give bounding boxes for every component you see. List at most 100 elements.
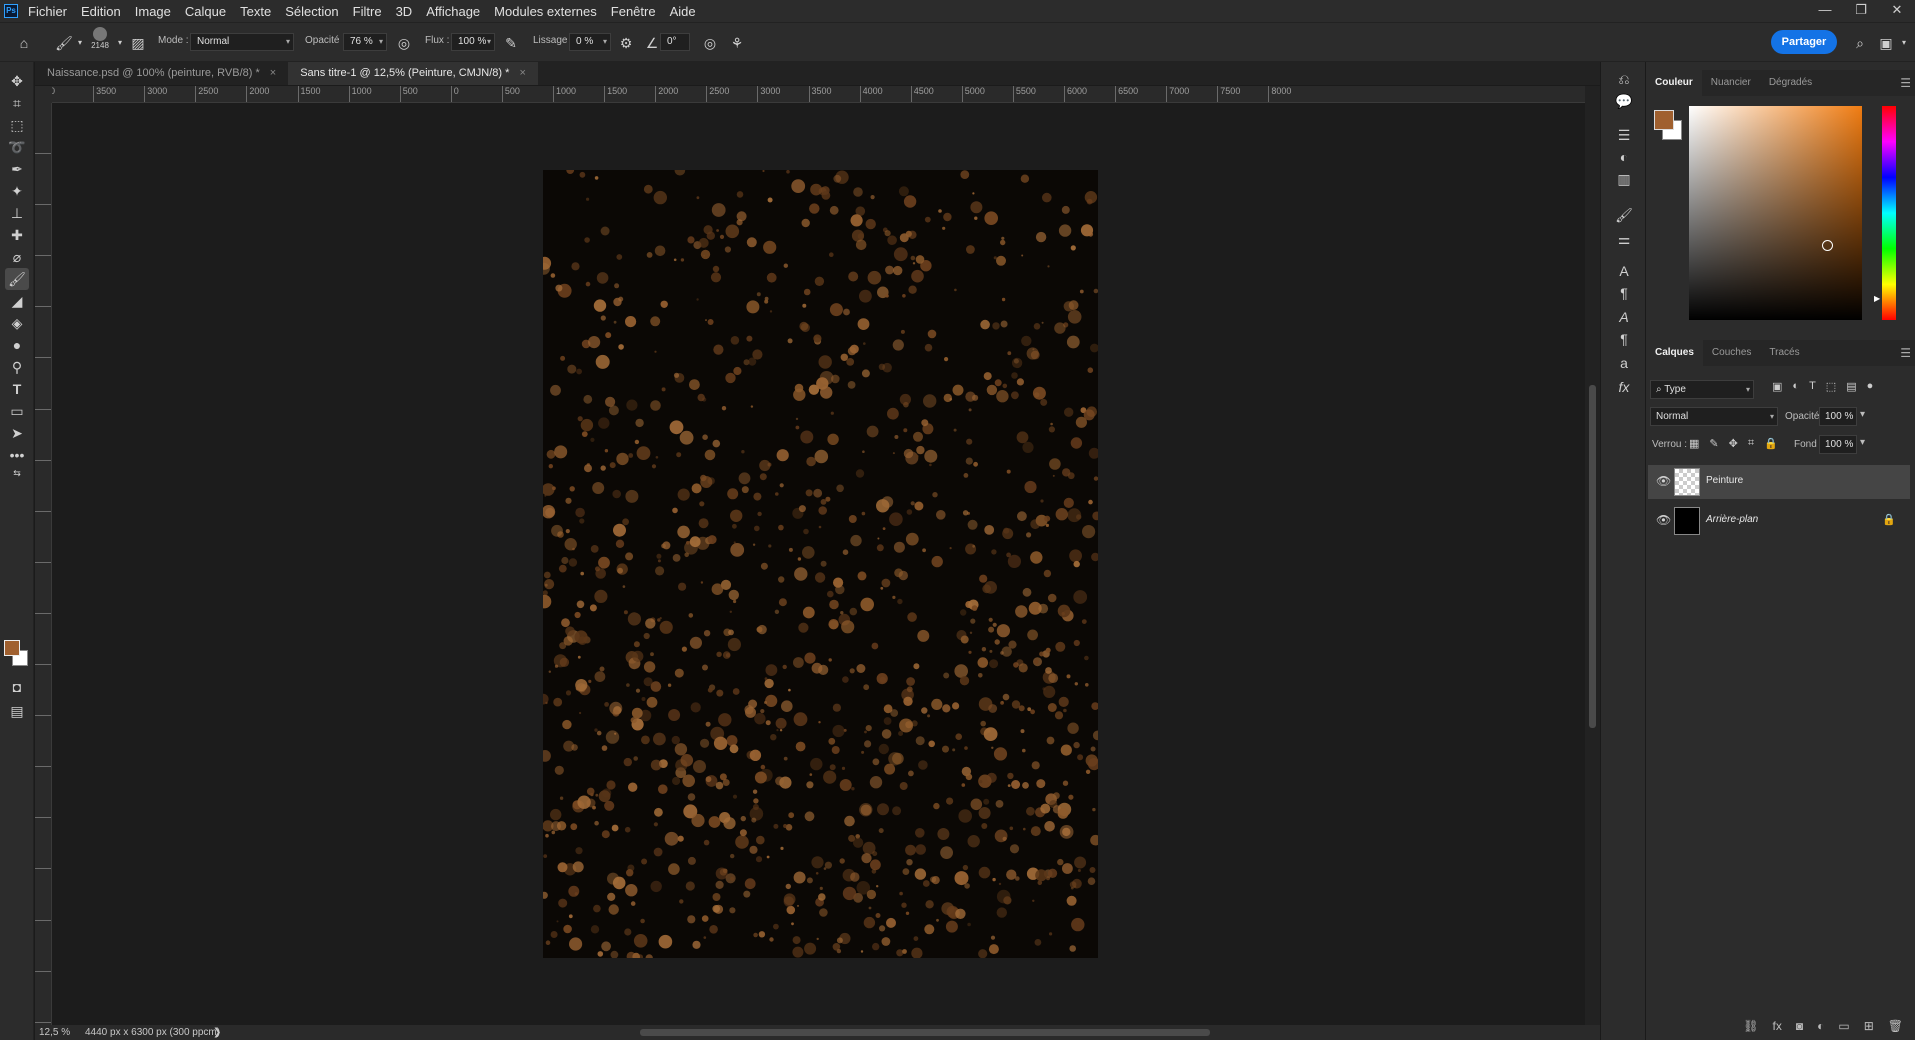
close-icon[interactable]: × xyxy=(270,62,276,85)
lock-artboard-icon[interactable]: ⌗ xyxy=(1748,437,1754,450)
share-button[interactable]: Partager xyxy=(1771,30,1837,54)
tab-traces[interactable]: Tracés xyxy=(1760,340,1808,366)
tab-calques[interactable]: Calques xyxy=(1646,340,1703,366)
pen-icon[interactable]: ✒ xyxy=(5,158,29,180)
delete-layer-icon[interactable]: 🗑 xyxy=(1888,1019,1903,1033)
smoothing-settings-gear-icon[interactable]: ⚙ xyxy=(616,33,636,53)
minimize-button[interactable]: — xyxy=(1807,0,1843,22)
pressure-opacity-icon[interactable]: ◎ xyxy=(394,33,414,53)
menu-aide[interactable]: Aide xyxy=(670,4,696,19)
angle-field[interactable]: 0° xyxy=(660,33,690,51)
brush-settings-icon[interactable]: ⚌ xyxy=(1613,228,1635,250)
menu-filtre[interactable]: Filtre xyxy=(353,4,382,19)
menu-fichier[interactable]: Fichier xyxy=(28,4,67,19)
visibility-eye-icon[interactable]: 👁 xyxy=(1656,474,1671,488)
home-icon[interactable]: ⌂ xyxy=(14,33,34,53)
brush-settings-icon[interactable]: ▨ xyxy=(128,33,148,53)
move-icon[interactable]: ✥ xyxy=(5,70,29,92)
menu-edition[interactable]: Edition xyxy=(81,4,121,19)
adjustment-layer-icon[interactable]: ◐ xyxy=(1817,1019,1824,1033)
character-styles-icon[interactable]: a xyxy=(1613,352,1635,374)
layer-row-arriere-plan[interactable]: 👁 Arrière-plan 🔒 xyxy=(1648,504,1910,538)
hue-slider-marker-icon[interactable]: ▶ xyxy=(1874,294,1880,303)
panel-menu-icon[interactable]: ☰ xyxy=(1900,346,1911,360)
eyedropper-icon[interactable]: ⌀ xyxy=(5,246,29,268)
tab-degrades[interactable]: Dégradés xyxy=(1760,70,1821,96)
hue-slider[interactable] xyxy=(1882,106,1896,320)
status-menu-arrow-icon[interactable]: ❯ xyxy=(213,1025,221,1040)
menu-selection[interactable]: Sélection xyxy=(285,4,338,19)
rectangle-icon[interactable]: ▭ xyxy=(5,400,29,422)
menu-affichage[interactable]: Affichage xyxy=(426,4,480,19)
filter-adjustment-icon[interactable]: ◐ xyxy=(1792,380,1799,393)
zoom-level[interactable]: 12,5 % xyxy=(39,1025,70,1040)
filter-smart-object-icon[interactable]: ▤ xyxy=(1846,380,1856,393)
chevron-down-icon[interactable]: ▾ xyxy=(1860,437,1865,448)
paragraph-icon[interactable]: ¶ xyxy=(1613,282,1635,304)
menu-fenetre[interactable]: Fenêtre xyxy=(611,4,656,19)
panel-menu-icon[interactable]: ☰ xyxy=(1900,76,1911,90)
lock-transparency-icon[interactable]: ▦ xyxy=(1689,437,1699,450)
text-icon[interactable]: T xyxy=(5,378,29,400)
pressure-size-icon[interactable]: ◎ xyxy=(700,33,720,53)
color-picker-field[interactable] xyxy=(1689,106,1862,320)
filter-pixel-icon[interactable]: ▣ xyxy=(1772,380,1782,393)
quick-mask-icon[interactable]: ◘ xyxy=(5,676,29,698)
layer-filter-select[interactable]: ⌕ Type ▾ xyxy=(1650,380,1754,399)
symmetry-icon[interactable]: ⚘ xyxy=(727,33,747,53)
screen-mode-icon[interactable]: ▤ xyxy=(5,700,29,722)
styles-icon[interactable]: ◐ xyxy=(1613,146,1635,168)
histogram-icon[interactable]: ▥ xyxy=(1613,168,1635,190)
menu-3d[interactable]: 3D xyxy=(396,4,413,19)
menu-image[interactable]: Image xyxy=(135,4,171,19)
mode-select[interactable]: Normal ▾ xyxy=(190,33,294,51)
foreground-color-swatch[interactable] xyxy=(4,640,20,656)
blend-mode-select[interactable]: Normal ▾ xyxy=(1650,407,1778,426)
flow-field[interactable]: 100 % ▾ xyxy=(451,33,495,51)
stamp-icon[interactable]: ⊥ xyxy=(5,202,29,224)
fx-icon[interactable]: fx xyxy=(1613,376,1635,398)
blur-drop-icon[interactable]: ● xyxy=(5,334,29,356)
restore-button[interactable]: ❐ xyxy=(1843,0,1879,22)
new-group-icon[interactable]: ▭ xyxy=(1838,1019,1849,1033)
workspace-icon[interactable]: ▣ xyxy=(1876,33,1896,53)
layer-style-fx-icon[interactable]: fx xyxy=(1773,1019,1782,1033)
adjustments-icon[interactable]: ☰ xyxy=(1613,124,1635,146)
comments-icon[interactable]: 💬 xyxy=(1613,90,1635,112)
brush-size-preview[interactable]: 2148 xyxy=(90,27,110,57)
workspace-chevron-icon[interactable]: ▾ xyxy=(1894,33,1914,53)
layer-row-peinture[interactable]: 👁 Peinture xyxy=(1648,465,1910,499)
tab-nuancier[interactable]: Nuancier xyxy=(1702,70,1760,96)
glyphs-icon[interactable]: A xyxy=(1613,306,1635,328)
document-canvas[interactable] xyxy=(543,170,1098,958)
ruler-origin[interactable] xyxy=(35,86,52,103)
filter-shape-icon[interactable]: ⬚ xyxy=(1826,380,1836,393)
close-icon[interactable]: × xyxy=(519,62,525,85)
paint-bucket-icon[interactable]: ◈ xyxy=(5,312,29,334)
tab-couleur[interactable]: Couleur xyxy=(1646,70,1702,96)
opacity-field[interactable]: 76 % ▾ xyxy=(343,33,387,51)
visibility-eye-icon[interactable]: 👁 xyxy=(1656,513,1671,527)
magic-wand-icon[interactable]: ✦ xyxy=(5,180,29,202)
airbrush-icon[interactable]: ✎ xyxy=(501,33,521,53)
new-layer-icon[interactable]: ⊞ xyxy=(1864,1019,1874,1033)
lasso-icon[interactable]: ➰ xyxy=(5,136,29,158)
filter-toggle-icon[interactable]: ● xyxy=(1867,380,1874,393)
brush-preset-chevron-icon[interactable]: ▾ xyxy=(70,33,90,53)
horizontal-scrollbar-thumb[interactable] xyxy=(640,1029,1210,1036)
lock-all-icon[interactable]: 🔒 xyxy=(1764,437,1778,450)
paragraph-styles-icon[interactable]: ¶ xyxy=(1613,328,1635,350)
layer-opacity-field[interactable]: 100 % xyxy=(1819,407,1857,426)
search-icon[interactable]: ⌕ xyxy=(1850,33,1870,53)
vertical-scrollbar-thumb[interactable] xyxy=(1589,385,1596,728)
path-select-icon[interactable]: ➤ xyxy=(5,422,29,444)
vertical-scrollbar[interactable] xyxy=(1585,86,1600,1025)
color-picker-cursor[interactable] xyxy=(1822,240,1833,251)
menu-texte[interactable]: Texte xyxy=(240,4,271,19)
brush-icon[interactable]: 🖌 xyxy=(5,268,29,290)
crop-icon[interactable]: ⌗ xyxy=(5,92,29,114)
eraser-icon[interactable]: ◢ xyxy=(5,290,29,312)
filter-text-icon[interactable]: T xyxy=(1809,380,1816,393)
history-icon[interactable]: ⎌ xyxy=(1613,68,1635,90)
menu-calque[interactable]: Calque xyxy=(185,4,226,19)
